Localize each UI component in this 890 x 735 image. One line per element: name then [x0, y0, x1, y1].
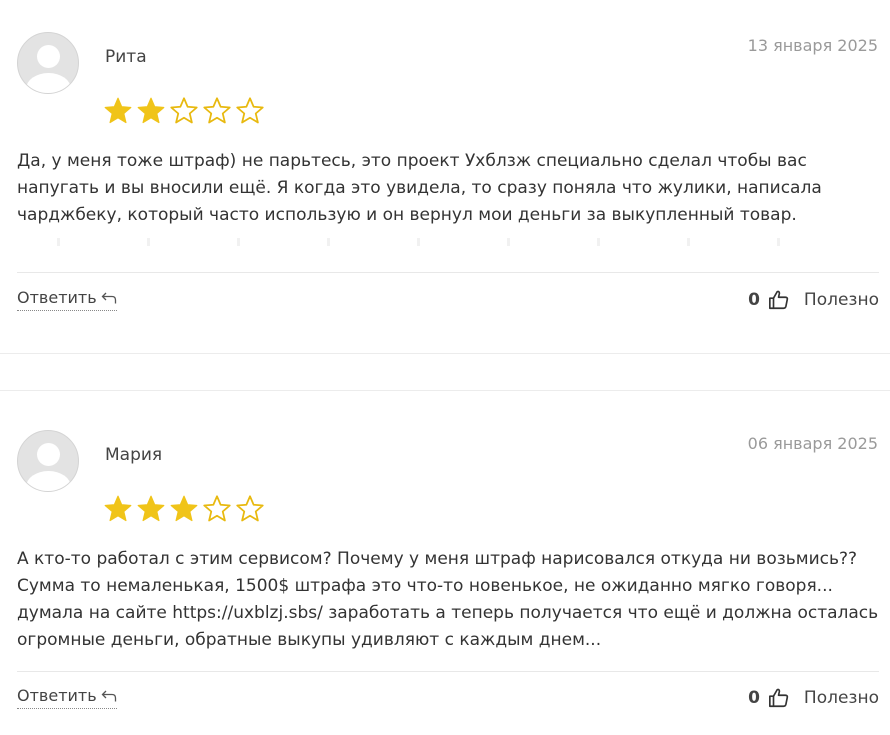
review-footer: Ответить 0 Полезно [17, 684, 879, 714]
helpful-button[interactable]: Полезно [804, 290, 879, 310]
star-empty-icon [236, 495, 264, 522]
helpful-button[interactable]: Полезно [804, 688, 879, 708]
star-filled-icon [170, 495, 198, 522]
review-separator [0, 353, 890, 391]
reply-button[interactable]: Ответить [17, 686, 117, 709]
user-avatar-icon [17, 430, 79, 492]
thumbs-up-icon[interactable] [768, 289, 790, 311]
thumbs-up-icon[interactable] [768, 687, 790, 709]
reply-arrow-icon [101, 292, 116, 303]
review-date: 13 января 2025 [747, 36, 878, 55]
review-date: 06 января 2025 [747, 434, 878, 453]
star-filled-icon [137, 495, 165, 522]
review-card: Мария 06 января 2025 А кто-то работал с … [0, 392, 890, 735]
reply-button[interactable]: Ответить [17, 288, 117, 311]
review-text: А кто-то работал с этим сервисом? Почему… [17, 549, 879, 650]
reply-label: Ответить [17, 288, 97, 307]
reply-arrow-icon [101, 690, 116, 701]
review-text: Да, у меня тоже штраф) не парьтесь, это … [17, 151, 822, 225]
reply-label: Ответить [17, 686, 97, 705]
star-empty-icon [203, 495, 231, 522]
star-filled-icon [137, 97, 165, 124]
star-rating [103, 494, 265, 524]
helpful-count: 0 [748, 290, 760, 310]
star-empty-icon [170, 97, 198, 124]
star-filled-icon [104, 495, 132, 522]
divider [17, 272, 879, 273]
star-empty-icon [203, 97, 231, 124]
star-rating [103, 96, 265, 126]
review-card: Рита 13 января 2025 Да, у меня тоже штра… [0, 0, 890, 354]
divider [17, 671, 879, 672]
review-author: Рита [105, 47, 147, 67]
star-empty-icon [236, 97, 264, 124]
helpful-count: 0 [748, 688, 760, 708]
review-author: Мария [105, 445, 163, 465]
user-avatar-icon [17, 32, 79, 94]
helpful-widget: 0 Полезно [748, 286, 879, 314]
helpful-widget: 0 Полезно [748, 684, 879, 712]
faded-text-line [17, 238, 797, 246]
star-filled-icon [104, 97, 132, 124]
review-footer: Ответить 0 Полезно [17, 286, 879, 316]
